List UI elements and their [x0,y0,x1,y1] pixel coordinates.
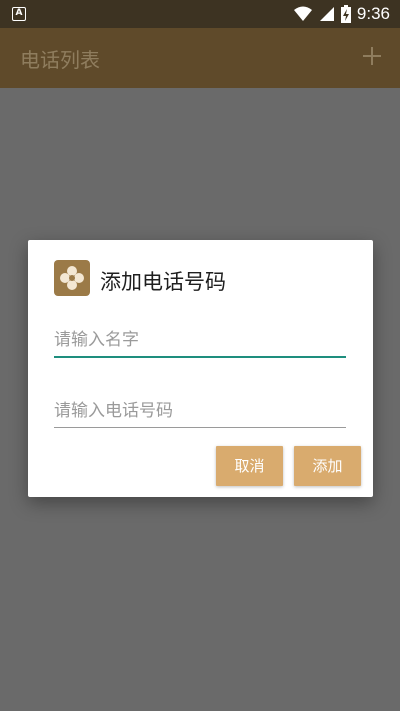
add-button[interactable]: 添加 [294,446,361,486]
phone-input[interactable]: 请输入电话号码 [54,396,346,428]
name-placeholder: 请输入名字 [54,330,139,350]
status-icons: 9:36 [293,3,390,25]
add-phone-dialog: 添加电话号码 请输入名字 请输入电话号码 取消 添加 [28,240,373,497]
android-notification-icon: A [12,7,26,21]
dialog-title: 添加电话号码 [100,270,226,294]
add-icon[interactable] [362,44,382,68]
app-bar: 电话列表 [0,28,400,88]
clock: 9:36 [356,4,390,23]
battery-charging-icon [340,5,351,23]
status-bar: A 9:36 [0,0,400,28]
phone-placeholder: 请输入电话号码 [54,401,173,421]
app-logo-icon [54,260,90,296]
cancel-button[interactable]: 取消 [216,446,283,486]
page-title: 电话列表 [20,48,100,72]
wifi-icon [293,6,312,21]
name-input[interactable]: 请输入名字 [54,326,346,358]
signal-icon [319,7,334,21]
